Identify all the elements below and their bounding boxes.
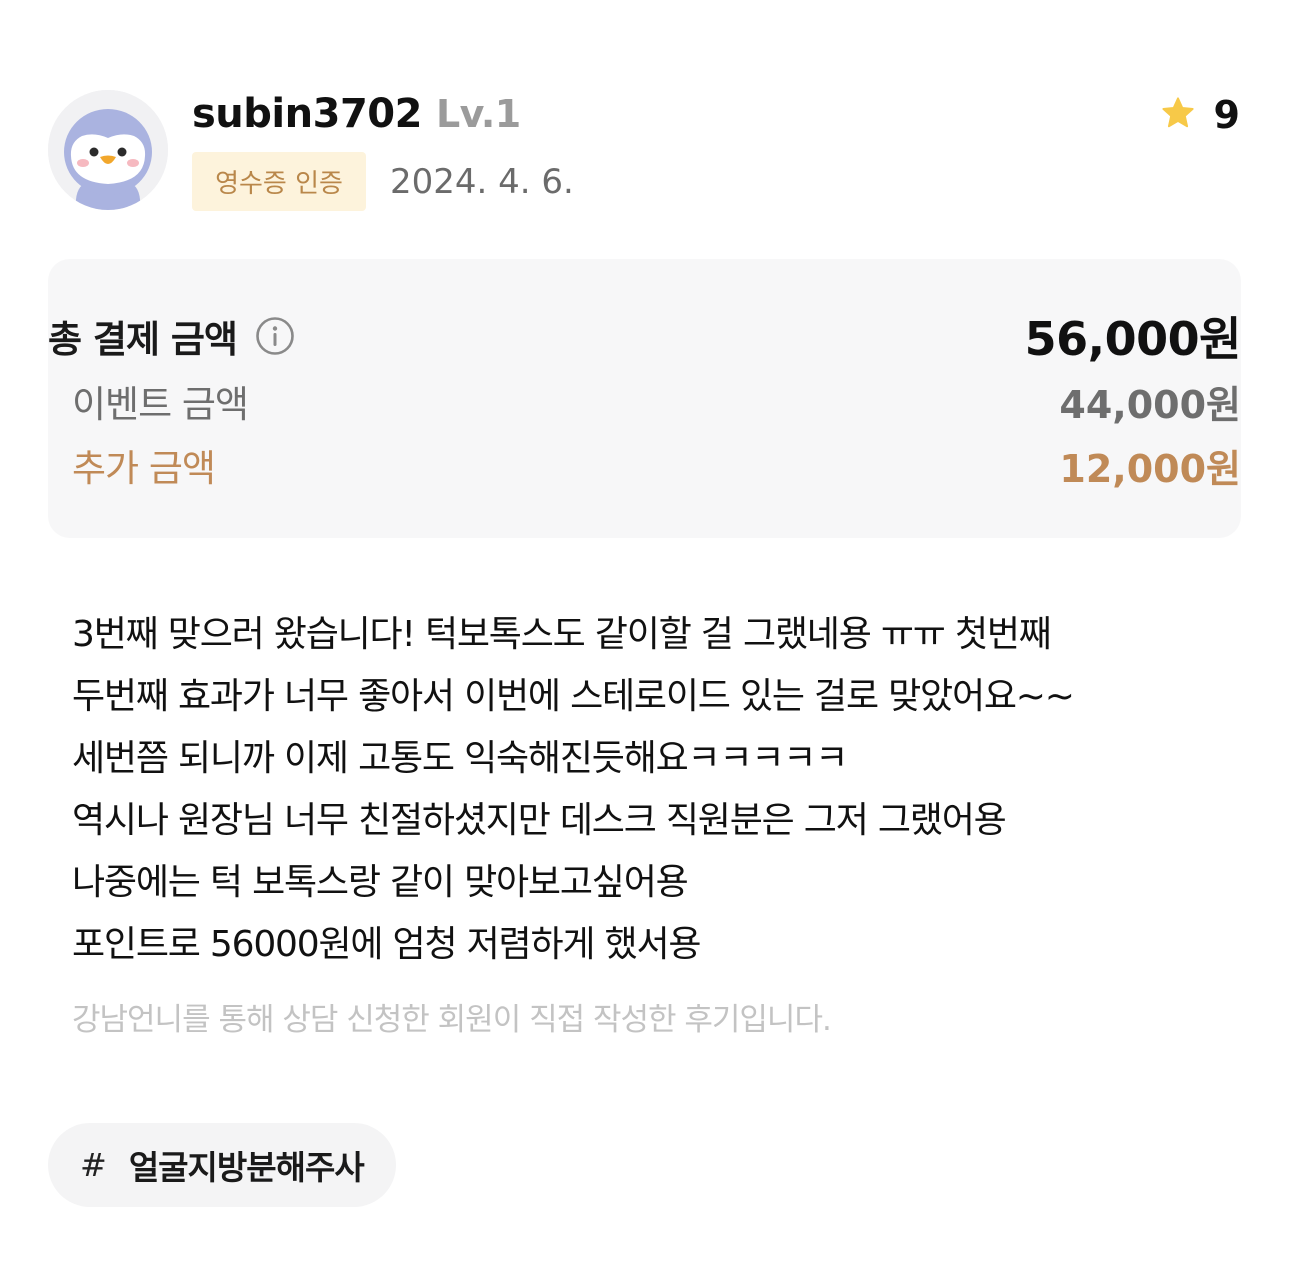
event-price-label: 이벤트 금액 xyxy=(72,383,249,426)
review-text-line: 포인트로 56000원에 엄청 저렴하게 했서용 xyxy=(72,924,701,965)
review-body: 3번째 맞으러 왔습니다! 턱보톡스도 같이할 걸 그랬네용 ㅠㅠ 첫번째 두번… xyxy=(72,604,1222,976)
review-text-line: 두번째 효과가 너무 좋아서 이번에 스테로이드 있는 걸로 맞았어요~~ xyxy=(72,676,1075,717)
total-payment-label-group: 총 결제 금액 xyxy=(48,308,295,364)
star-icon xyxy=(1160,95,1196,135)
event-price-row: 이벤트 금액 44,000원 xyxy=(0,373,1290,429)
info-icon[interactable] xyxy=(255,316,295,356)
review-date: 2024. 4. 6. xyxy=(390,161,574,202)
extra-price-value: 12,000원 xyxy=(1059,446,1241,491)
review-text-line: 세번쯤 되니까 이제 고통도 익숙해진듯해요ㅋㅋㅋㅋㅋ xyxy=(72,738,848,779)
username[interactable]: subin3702 xyxy=(192,91,422,137)
extra-price-row: 추가 금액 12,000원 xyxy=(0,437,1290,493)
extra-price-label: 추가 금액 xyxy=(72,447,216,490)
penguin-avatar-icon[interactable] xyxy=(48,90,168,210)
user-level: Lv.1 xyxy=(435,92,521,136)
review-text-line: 나중에는 턱 보톡스랑 같이 맞아보고싶어용 xyxy=(72,862,689,903)
author-line: subin3702 Lv.1 xyxy=(192,86,521,142)
hash-icon: # xyxy=(80,1146,107,1184)
review-disclaimer: 강남언니를 통해 상담 신청한 회원이 직접 작성한 후기입니다. xyxy=(72,1002,832,1038)
treatment-tag-label: 얼굴지방분해주사 xyxy=(128,1148,365,1187)
receipt-verified-badge: 영수증 인증 xyxy=(192,152,366,211)
rating-score: 9 xyxy=(1213,93,1240,137)
rating: 9 xyxy=(1160,88,1240,142)
review-text-line: 역시나 원장님 너무 친절하셨지만 데스크 직원분은 그저 그랬어용 xyxy=(72,800,1007,841)
total-payment-row: 총 결제 금액 56,000원 xyxy=(0,308,1290,366)
penguin-avatar-icon-graphic xyxy=(48,90,168,210)
treatment-tag-chip[interactable]: # 얼굴지방분해주사 xyxy=(48,1123,396,1207)
total-payment-value: 56,000원 xyxy=(1024,312,1242,366)
review-text-line: 3번째 맞으러 왔습니다! 턱보톡스도 같이할 걸 그랬네용 ㅠㅠ 첫번째 xyxy=(72,614,1052,655)
event-price-value: 44,000원 xyxy=(1059,382,1241,427)
total-payment-label: 총 결제 금액 xyxy=(48,318,238,361)
